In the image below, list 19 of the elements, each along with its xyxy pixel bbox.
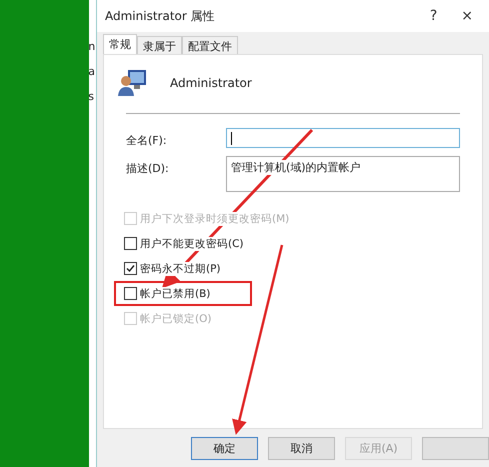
close-button[interactable]: × — [453, 8, 481, 24]
checkmark-icon — [126, 264, 135, 273]
tab[interactable]: 常规 — [103, 34, 137, 54]
user-computer-icon — [118, 69, 148, 97]
user-name: Administrator — [170, 76, 252, 90]
window-text: ni — [89, 40, 96, 53]
dialog-button[interactable]: 取消 — [268, 436, 335, 460]
window-text: a — [89, 65, 96, 78]
dialog-button[interactable]: 确定 — [191, 436, 258, 460]
tab[interactable]: 配置文件 — [182, 36, 238, 54]
description-field[interactable]: 管理计算机(域)的内置帐户 — [226, 156, 460, 192]
window-title: Administrator 属性 — [105, 8, 216, 24]
tab[interactable]: 隶属于 — [137, 36, 182, 54]
help-button[interactable]: ? — [422, 8, 446, 24]
dialog-button[interactable] — [422, 436, 489, 460]
checkbox-option[interactable]: 帐户已禁用(B) — [114, 281, 252, 306]
input-field[interactable] — [226, 128, 460, 148]
field-label: 全名(F): — [126, 133, 168, 148]
field-label: 描述(D): — [126, 161, 170, 176]
